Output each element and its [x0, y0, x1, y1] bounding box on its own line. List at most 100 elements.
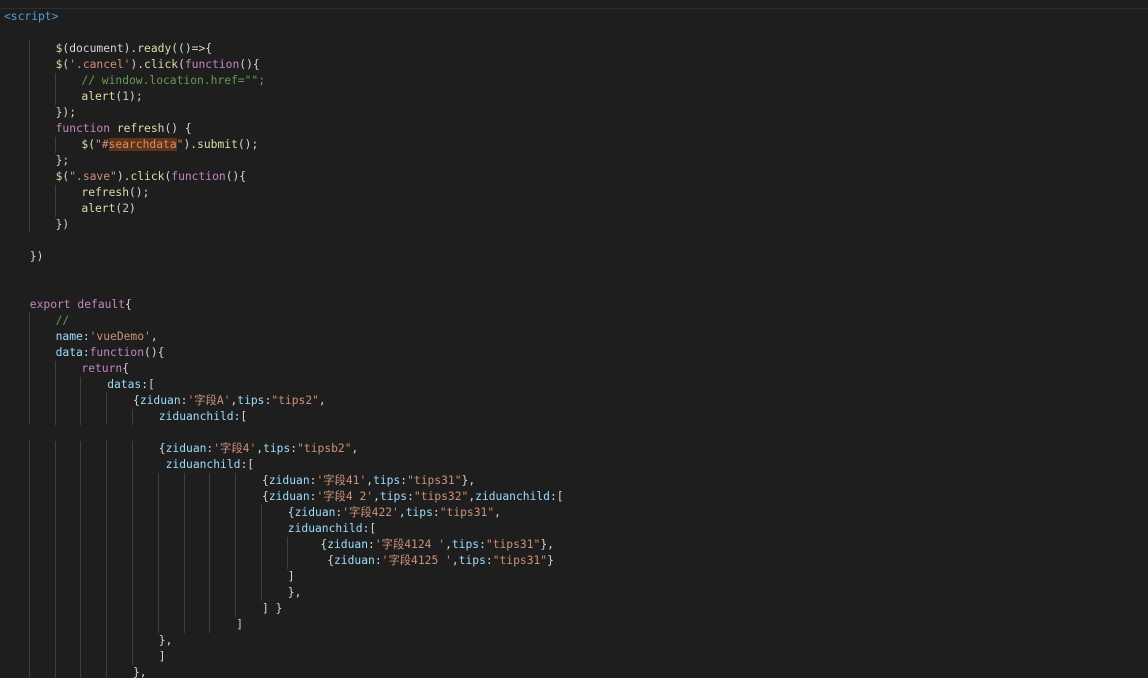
indent-guide — [80, 377, 82, 393]
indent-guide — [28, 57, 30, 73]
indent-guide — [80, 553, 82, 569]
indent-guide — [54, 665, 56, 678]
indent-guide — [54, 73, 56, 89]
indent-guide — [157, 537, 159, 553]
code-line[interactable]: datas:[ — [107, 377, 155, 393]
indent-guide — [132, 441, 133, 457]
indent-guide — [28, 89, 30, 105]
indent-guide — [54, 585, 56, 601]
indent-guide — [132, 505, 133, 521]
code-line[interactable]: ] — [159, 649, 166, 665]
code-line[interactable]: {ziduan:'字段422',tips:"tips31", — [288, 505, 501, 521]
indent-guide — [28, 505, 30, 521]
indent-guide — [235, 601, 237, 617]
code-line[interactable]: ] } — [262, 601, 282, 617]
indent-guide — [157, 473, 159, 489]
indent-guide — [28, 377, 30, 393]
indent-guide — [28, 409, 30, 425]
indent-guide — [106, 585, 108, 601]
indent-guide — [209, 601, 211, 617]
indent-guide — [80, 505, 82, 521]
code-line[interactable]: data:function(){ — [56, 345, 165, 361]
indent-guide — [54, 377, 56, 393]
code-line[interactable]: }, — [288, 585, 302, 601]
indent-guide — [28, 121, 30, 137]
indent-guide — [80, 457, 82, 473]
indent-guide — [28, 217, 30, 233]
indent-guide — [28, 185, 30, 201]
code-line[interactable]: ziduanchild:[ — [159, 409, 247, 425]
indent-guide — [28, 537, 30, 553]
code-line[interactable]: {ziduan:'字段4',tips:"tipsb2", — [159, 441, 359, 457]
indent-guide — [157, 505, 159, 521]
code-line[interactable]: ] — [288, 569, 295, 585]
indent-guide — [183, 601, 185, 617]
indent-guide — [28, 329, 30, 345]
indent-guide — [183, 521, 185, 537]
indent-guide — [209, 489, 211, 505]
indent-guide — [183, 489, 185, 505]
indent-guide — [28, 601, 30, 617]
code-line[interactable]: {ziduan:'字段4 2',tips:"tips32",ziduanchil… — [262, 489, 564, 505]
indent-guide — [28, 457, 30, 473]
indent-guide — [54, 649, 56, 665]
code-line[interactable]: }); — [56, 105, 76, 121]
code-line[interactable]: {ziduan:'字段4125 ',tips:"tips31"} — [314, 553, 554, 569]
indent-guide — [28, 649, 30, 665]
indent-guide — [28, 137, 30, 153]
indent-guide — [80, 521, 82, 537]
code-line[interactable]: alert(1); — [81, 89, 142, 105]
code-line[interactable]: // — [56, 313, 70, 329]
code-line[interactable]: <script> — [4, 9, 58, 25]
indent-guide — [106, 569, 108, 585]
code-line[interactable]: }, — [133, 665, 147, 678]
code-editor[interactable]: <script> $(document).ready(()=>{$('.cance… — [0, 0, 1148, 678]
code-line[interactable]: alert(2) — [81, 201, 135, 217]
indent-guide — [235, 473, 237, 489]
indent-guide — [261, 585, 262, 601]
indent-guide — [54, 361, 56, 377]
code-line[interactable]: // window.location.href=""; — [81, 73, 265, 89]
code-line[interactable]: ziduanchild:[ — [159, 457, 254, 473]
code-line[interactable]: {ziduan:'字段4124 ',tips:"tips31"}, — [314, 537, 554, 553]
code-line[interactable]: {ziduan:'字段A',tips:"tips2", — [133, 393, 326, 409]
code-line[interactable]: $(".save").click(function(){ — [56, 169, 247, 185]
code-line[interactable]: ] — [236, 617, 243, 633]
code-line[interactable]: export default{ — [30, 297, 132, 313]
code-line[interactable]: }, — [159, 633, 173, 649]
indent-guide — [28, 201, 30, 217]
code-line[interactable]: }) — [56, 217, 70, 233]
indent-guide — [235, 585, 237, 601]
indent-guide — [28, 553, 30, 569]
code-line[interactable]: }) — [30, 249, 44, 265]
code-line[interactable]: }; — [56, 153, 70, 169]
indent-guide — [261, 537, 262, 553]
code-line[interactable]: refresh(); — [81, 185, 149, 201]
indent-guide — [28, 73, 30, 89]
code-line[interactable]: name:'vueDemo', — [56, 329, 158, 345]
code-line[interactable]: return{ — [81, 361, 129, 377]
indent-guide — [183, 617, 185, 633]
indent-guide — [132, 585, 133, 601]
indent-guide — [235, 537, 237, 553]
indent-guide — [209, 617, 211, 633]
indent-guide — [106, 601, 108, 617]
indent-guide — [54, 521, 56, 537]
code-line[interactable]: ziduanchild:[ — [288, 521, 376, 537]
code-line[interactable]: $(document).ready(()=>{ — [56, 41, 212, 57]
indent-guide — [132, 649, 133, 665]
code-line[interactable]: {ziduan:'字段41',tips:"tips31"}, — [262, 473, 475, 489]
indent-guide — [80, 441, 82, 457]
indent-guide — [28, 521, 30, 537]
indent-guide — [54, 137, 56, 153]
indent-guide — [54, 489, 56, 505]
indent-guide — [209, 585, 211, 601]
code-line[interactable]: $("#searchdata").submit(); — [81, 137, 258, 153]
indent-guide — [157, 489, 159, 505]
code-line[interactable]: function refresh() { — [56, 121, 192, 137]
code-line[interactable]: $('.cancel').click(function(){ — [56, 57, 260, 73]
indent-guide — [106, 393, 108, 409]
indent-guide — [183, 585, 185, 601]
indent-guide — [54, 89, 56, 105]
indent-guide — [106, 633, 108, 649]
